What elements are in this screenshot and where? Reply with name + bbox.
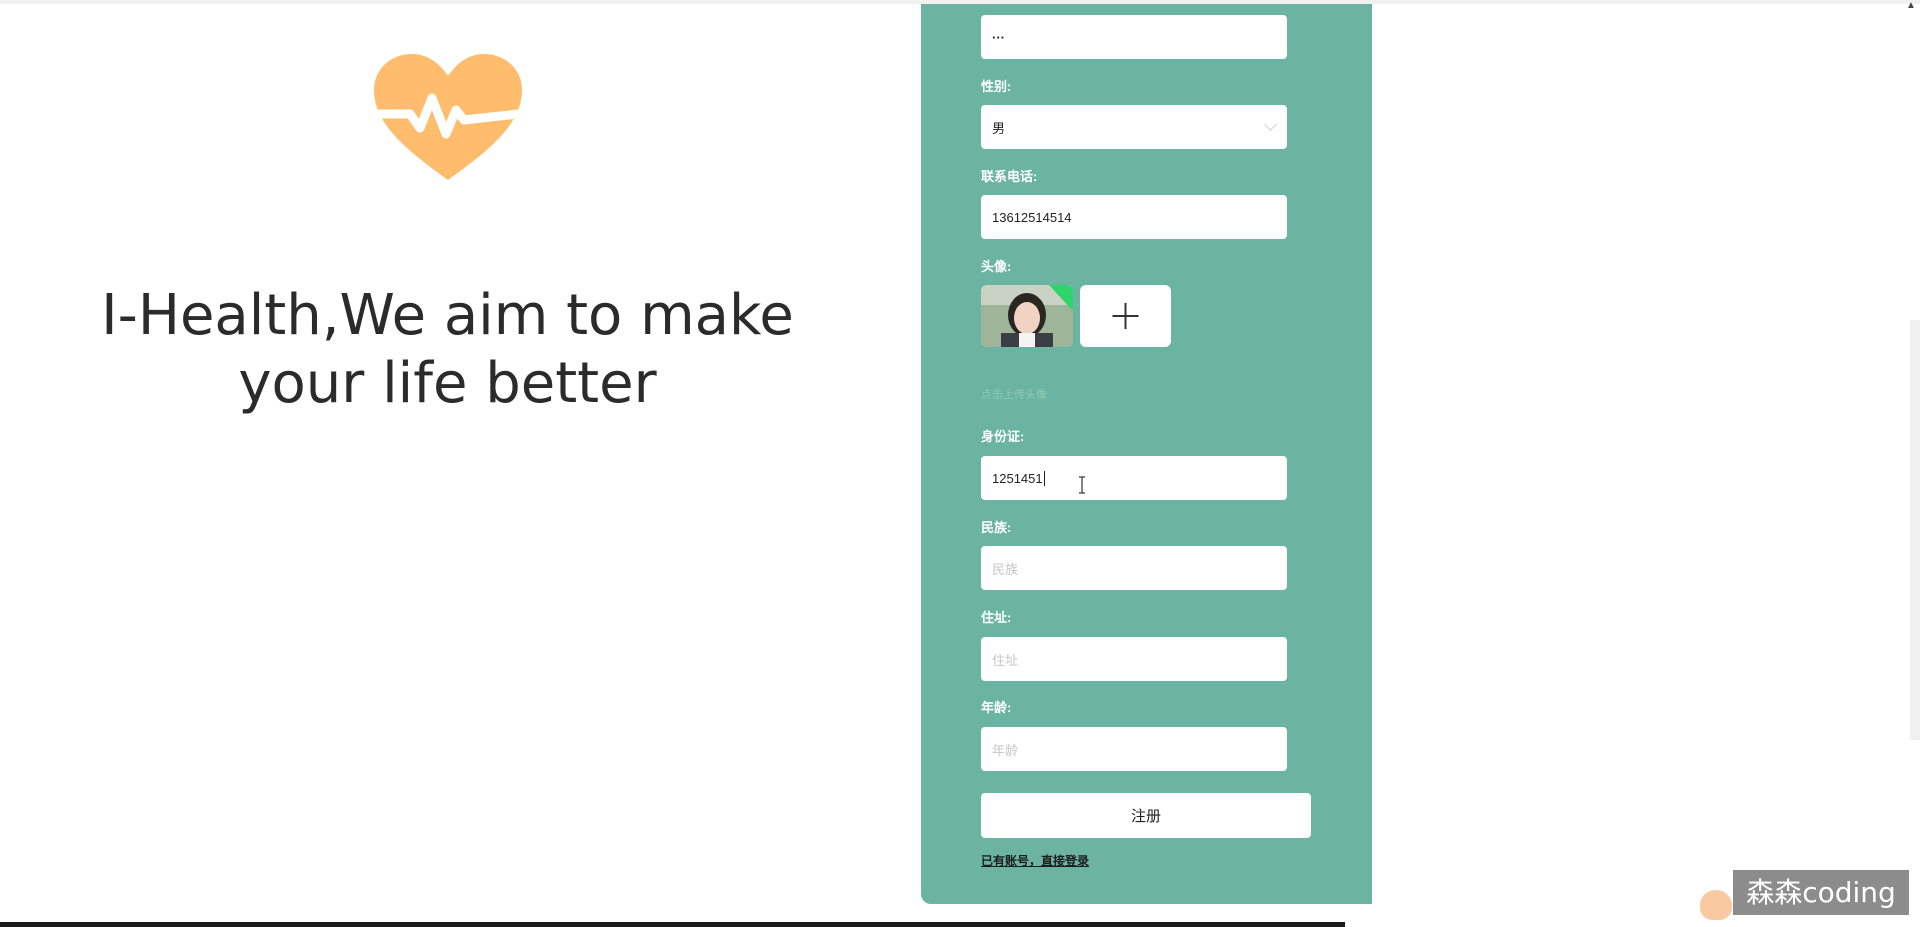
id-card-field[interactable]: 1251451	[981, 456, 1287, 500]
avatar-image	[981, 285, 1073, 347]
gender-select[interactable]: 男	[981, 105, 1287, 149]
register-button[interactable]: 注册	[981, 793, 1311, 838]
password-mask: ···	[992, 29, 1005, 45]
text-cursor-icon	[1079, 476, 1085, 494]
phone-field[interactable]: 13612514514	[981, 195, 1287, 239]
watermark: 森森coding	[1733, 870, 1909, 915]
slogan-line-1: I-Health,We aim to make	[101, 283, 794, 348]
id-card-value: 1251451	[992, 470, 1043, 486]
heart-pulse-icon	[373, 54, 523, 180]
ethnicity-label: 民族:	[981, 520, 1012, 535]
gender-label: 性别:	[981, 79, 1012, 94]
text-caret	[1043, 470, 1045, 486]
chevron-down-icon	[1264, 118, 1277, 131]
avatar-fragment	[1700, 890, 1732, 920]
avatar-upload-tip: 点击上传头像	[981, 389, 1047, 401]
address-placeholder: 住址	[992, 652, 1019, 668]
age-placeholder: 年龄	[992, 742, 1019, 758]
ethnicity-placeholder: 民族	[992, 561, 1019, 577]
phone-value: 13612514514	[992, 209, 1072, 225]
password-confirm-field[interactable]: ···	[981, 15, 1287, 59]
ethnicity-field[interactable]: 民族	[981, 546, 1287, 590]
address-field[interactable]: 住址	[981, 637, 1287, 681]
login-link[interactable]: 已有账号，直接登录	[981, 852, 1089, 869]
slogan-line-2: your life better	[238, 351, 657, 416]
id-card-label: 身份证:	[981, 429, 1025, 444]
plus-icon	[1112, 303, 1139, 329]
address-label: 住址:	[981, 610, 1012, 625]
gender-value: 男	[992, 120, 1006, 136]
avatar-label: 头像:	[981, 259, 1012, 274]
age-label: 年龄:	[981, 700, 1012, 715]
avatar-upload-button[interactable]	[1080, 285, 1171, 347]
phone-label: 联系电话:	[981, 169, 1038, 184]
age-field[interactable]: 年龄	[981, 727, 1287, 771]
bottom-bar	[0, 922, 1345, 927]
hero-section: I-Health,We aim to make your life better	[0, 0, 900, 927]
slogan: I-Health,We aim to make your life better	[60, 282, 835, 418]
scroll-up-icon[interactable]: ▲	[1906, 0, 1916, 11]
scrollbar-thumb[interactable]	[1910, 320, 1920, 740]
avatar-preview[interactable]	[981, 285, 1073, 347]
